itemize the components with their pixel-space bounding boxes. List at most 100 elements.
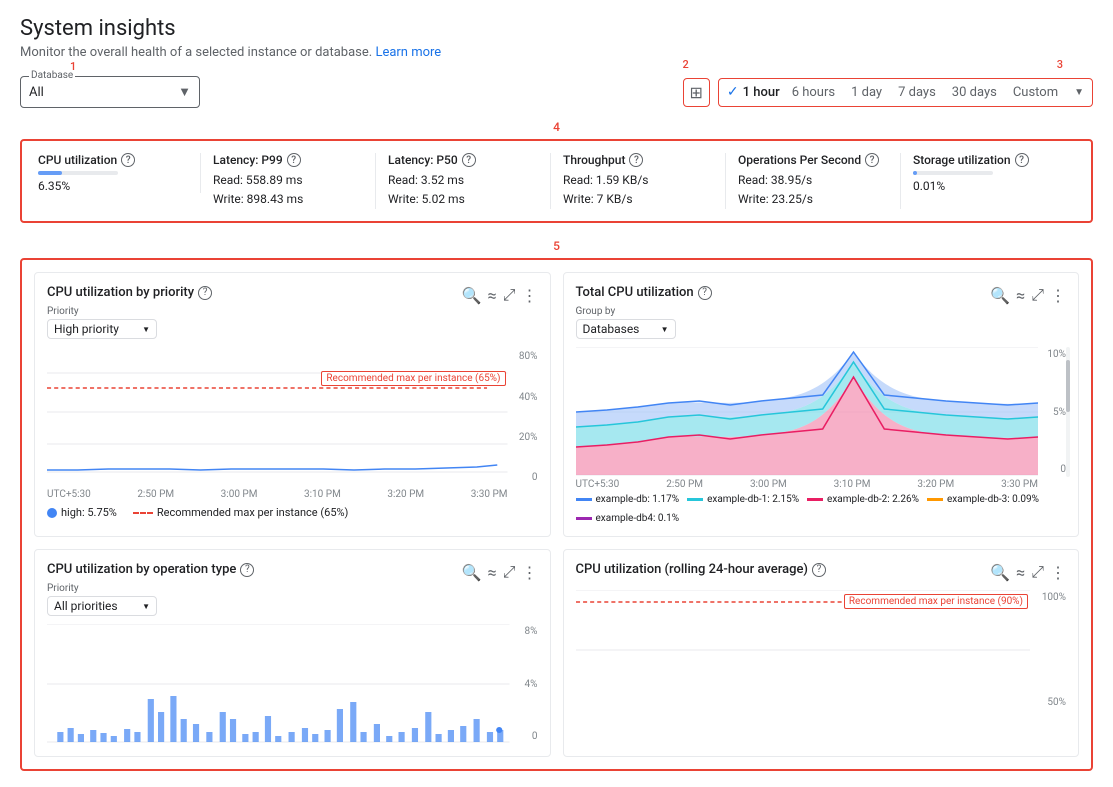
time-option-7d[interactable]: 7 days (894, 83, 940, 102)
cpu-op-zoom-icon[interactable]: 🔍 (462, 563, 482, 582)
chevron-down-icon: ▼ (178, 84, 191, 100)
metric-ops: Operations Per Second ? Read: 38.95/s Wr… (726, 153, 901, 209)
cpu-op-y-labels: 8% 4% 0 (510, 624, 538, 744)
metric-ops-read: Read: 38.95/s (738, 171, 888, 190)
priority-chevron-icon: ▼ (142, 325, 150, 334)
op-priority-chevron-icon: ▼ (142, 602, 150, 611)
cpu-bar-fill (38, 171, 62, 175)
storage-help-icon[interactable]: ? (1015, 153, 1029, 167)
priority-label: Priority (47, 306, 212, 317)
legend-line-db3 (927, 498, 943, 501)
metric-cpu-value: 6.35% (38, 179, 188, 193)
chart-cpu-operation: CPU utilization by operation type ? Prio… (34, 549, 551, 757)
metric-throughput-write: Write: 7 KB/s (563, 190, 713, 209)
total-cpu-legend: example-db: 1.17% example-db-1: 2.15% ex… (576, 494, 1067, 524)
metric-cpu-title: CPU utilization (38, 153, 117, 167)
cpu-op-compare-icon[interactable]: ≈ (488, 563, 497, 582)
database-selector[interactable]: Database All ▼ (20, 76, 200, 108)
scrollbar-thumb[interactable] (1066, 360, 1070, 412)
op-priority-label: Priority (47, 583, 254, 594)
cpu-help-icon[interactable]: ? (121, 153, 135, 167)
metric-storage: Storage utilization ? 0.01% (901, 153, 1075, 193)
more-icon[interactable]: ⋮ (522, 286, 538, 305)
time-option-6h[interactable]: 6 hours (788, 83, 839, 102)
label-2: 2 (683, 58, 689, 71)
op-priority-value: All priorities (54, 599, 118, 613)
grid-view-button[interactable]: ⊞ (683, 78, 710, 107)
cpu-priority-legend: high: 5.75% Recommended max per instance… (47, 506, 538, 519)
p50-help-icon[interactable]: ? (462, 153, 476, 167)
group-by-dropdown[interactable]: Databases ▼ (576, 319, 676, 339)
metric-latency-p99: Latency: P99 ? Read: 558.89 ms Write: 89… (201, 153, 376, 209)
label-4: 4 (553, 120, 560, 134)
metric-storage-value: 0.01% (913, 179, 1063, 193)
cpu-priority-help-icon[interactable]: ? (198, 286, 212, 300)
storage-bar-container (913, 171, 993, 175)
cpu-priority-x-labels: UTC+5:30 2:50 PM 3:00 PM 3:10 PM 3:20 PM… (47, 489, 538, 500)
chart-total-cpu-title: Total CPU utilization (576, 285, 694, 300)
learn-more-link[interactable]: Learn more (375, 45, 441, 60)
throughput-help-icon[interactable]: ? (629, 153, 643, 167)
grid-icon: ⊞ (690, 83, 703, 102)
recommended-label-cpu-priority: Recommended max per instance (65%) (321, 371, 505, 386)
database-label: Database (29, 70, 75, 81)
cpu-bar-container (38, 171, 118, 175)
metric-p50-title: Latency: P50 (388, 153, 458, 167)
metric-cpu: CPU utilization ? 6.35% (38, 153, 201, 193)
charts-section: CPU utilization by priority ? Priority H… (20, 258, 1093, 771)
cpu-op-more-icon[interactable]: ⋮ (522, 563, 538, 582)
group-by-value: Databases (583, 322, 640, 336)
active-time-option[interactable]: ✓ 1 hour (727, 84, 780, 100)
zoom-icon[interactable]: 🔍 (462, 286, 482, 305)
metrics-bar: CPU utilization ? 6.35% Latency: P99 ? R… (20, 139, 1093, 223)
total-cpu-fullscreen-icon[interactable]: ⤢ (1031, 285, 1044, 305)
p99-help-icon[interactable]: ? (287, 153, 301, 167)
legend-db2-label: example-db-2: 2.26% (827, 494, 919, 505)
legend-db4-label: example-db4: 0.1% (596, 513, 680, 524)
rolling-zoom-icon[interactable]: 🔍 (990, 563, 1010, 582)
label-5: 5 (553, 239, 560, 253)
metric-ops-title: Operations Per Second (738, 153, 861, 167)
rolling-help-icon[interactable]: ? (812, 563, 826, 577)
legend-line-db (576, 498, 592, 501)
fullscreen-icon[interactable]: ⤢ (503, 285, 516, 305)
time-dropdown-arrow: ▼ (1074, 87, 1084, 98)
metric-storage-title: Storage utilization (913, 153, 1011, 167)
cpu-op-fullscreen-icon[interactable]: ⤢ (503, 562, 516, 582)
check-icon: ✓ (727, 84, 739, 100)
page-title: System insights (20, 16, 1093, 41)
time-range-selector[interactable]: ✓ 1 hour 6 hours 1 day 7 days 30 days Cu… (718, 78, 1093, 107)
legend-db-label: example-db: 1.17% (596, 494, 680, 505)
chart-rolling-title: CPU utilization (rolling 24-hour average… (576, 562, 808, 577)
cpu-op-help-icon[interactable]: ? (240, 563, 254, 577)
rolling-more-icon[interactable]: ⋮ (1050, 563, 1066, 582)
op-priority-dropdown[interactable]: All priorities ▼ (47, 596, 157, 616)
total-cpu-help-icon[interactable]: ? (698, 286, 712, 300)
total-cpu-more-icon[interactable]: ⋮ (1050, 286, 1066, 305)
total-cpu-compare-icon[interactable]: ≈ (1016, 286, 1025, 305)
time-option-30d[interactable]: 30 days (948, 83, 1001, 102)
rolling-recommended-label: Recommended max per instance (90%) (844, 594, 1028, 609)
chart-scrollbar[interactable] (1066, 347, 1070, 477)
time-option-1d[interactable]: 1 day (847, 83, 886, 102)
priority-value: High priority (54, 322, 119, 336)
time-active-label: 1 hour (743, 85, 780, 100)
database-value: All (29, 85, 44, 100)
chart-cpu-rolling: CPU utilization (rolling 24-hour average… (563, 549, 1080, 757)
chart-total-cpu: Total CPU utilization ? Group by Databas… (563, 272, 1080, 537)
legend-line-db4 (576, 517, 592, 520)
ops-help-icon[interactable]: ? (865, 153, 879, 167)
legend-db1-label: example-db-1: 2.15% (707, 494, 799, 505)
metric-ops-write: Write: 23.25/s (738, 190, 888, 209)
rolling-compare-icon[interactable]: ≈ (1016, 563, 1025, 582)
legend-line-db2 (807, 498, 823, 501)
compare-icon[interactable]: ≈ (488, 286, 497, 305)
metric-p50-read: Read: 3.52 ms (388, 171, 538, 190)
metric-throughput-read: Read: 1.59 KB/s (563, 171, 713, 190)
rolling-fullscreen-icon[interactable]: ⤢ (1031, 562, 1044, 582)
priority-dropdown[interactable]: High priority ▼ (47, 319, 157, 339)
time-option-custom[interactable]: Custom (1009, 83, 1062, 102)
metric-p50-write: Write: 5.02 ms (388, 190, 538, 209)
group-by-label: Group by (576, 306, 712, 317)
total-cpu-zoom-icon[interactable]: 🔍 (990, 286, 1010, 305)
